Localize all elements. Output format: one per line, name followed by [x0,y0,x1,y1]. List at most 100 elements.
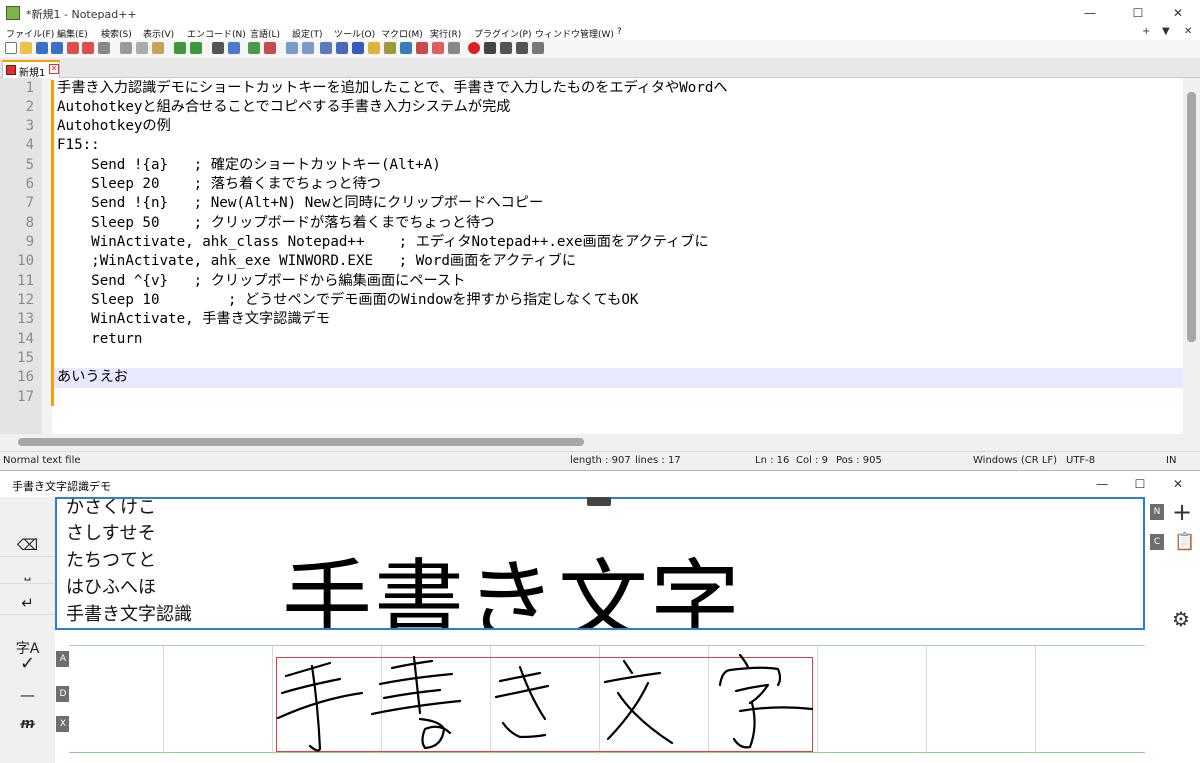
menu-file[interactable]: ファイル(F) [6,27,54,40]
line-number: 5 [25,157,34,173]
line-number: 15 [17,350,34,366]
menu-run[interactable]: 実行(R) [430,27,461,40]
change-history-marker [51,80,54,406]
zoom-in-icon[interactable] [248,42,260,54]
open-file-icon[interactable] [20,42,32,54]
menu-search[interactable]: 検索(S) [101,27,132,40]
line-number: 16 [17,369,34,385]
stop-macro-icon[interactable] [484,42,496,54]
code-line: return [57,331,143,347]
code-line: Send !{n} ; New(Alt+N) Newと同時にクリップボードへコピ… [57,195,544,211]
tab-label: 新規1 [19,68,46,79]
status-pos: Pos : 905 [836,455,882,466]
new-file-icon[interactable] [5,42,17,54]
speech-icon[interactable] [448,42,460,54]
close-all-icon[interactable] [82,42,94,54]
ink-char-1 [276,661,364,752]
line-number-gutter: 1 2 3 4 5 6 7 8 9 10 11 12 13 14 15 16 1… [0,78,42,434]
monitoring-icon[interactable] [432,42,444,54]
npp-menu-bar: ファイル(F) 編集(E) 検索(S) 表示(V) エンコード(N) 言語(L)… [0,26,1200,40]
sync-horizontal-icon[interactable] [302,42,314,54]
npp-tab-bar: 新規1 ✕ [0,58,1200,79]
word-wrap-icon[interactable] [320,42,332,54]
undo-icon[interactable] [174,42,186,54]
menu-help[interactable]: ? [617,27,622,37]
code-line: Sleep 20 ; 落ち着くまでちょっと待つ [57,176,381,192]
save-all-icon[interactable] [51,42,63,54]
close-file-icon[interactable] [67,42,79,54]
code-line: Send ^{v} ; クリップボードから編集画面にペースト [57,273,466,289]
minimize-button[interactable]: — [1068,0,1112,26]
play-macro-icon[interactable] [500,42,512,54]
tab-close-icon[interactable]: ✕ [49,64,59,74]
menu-edit[interactable]: 編集(E) [57,27,88,40]
folder-workspace-icon[interactable] [416,42,428,54]
save-macro-icon[interactable] [532,42,544,54]
menu-language[interactable]: 言語(L) [250,27,280,40]
show-all-chars-icon[interactable] [336,42,348,54]
code-line: Sleep 10 ; どうせペンでデモ画面のWindowを押すから指定しなくても… [57,292,639,308]
new-tab-icon[interactable]: + [1142,26,1150,37]
notepadpp-window: *新規1 - Notepad++ — ☐ ✕ ファイル(F) 編集(E) 検索(… [0,0,1200,470]
tab-list-icon[interactable]: ▼ [1162,26,1170,37]
maximize-button[interactable]: ☐ [1116,0,1160,26]
line-number: 7 [25,195,34,211]
ink-char-2 [370,655,462,750]
print-icon[interactable] [98,42,110,54]
line-number: 3 [25,118,34,134]
handwriting-demo-window: 手書き文字認識デモ — ☐ ✕ ⌫ ⎵ ↵ 字A ✓ — ᵯ A D X かさく… [0,470,1200,763]
close-doc-icon[interactable]: ✕ [1184,26,1192,37]
menu-settings[interactable]: 設定(T) [292,27,323,40]
menu-plugins[interactable]: プラグイン(P) [474,27,531,40]
sync-vertical-icon[interactable] [286,42,298,54]
find-icon[interactable] [212,42,224,54]
indent-guide-icon[interactable] [352,42,364,54]
ink-char-4 [603,659,674,745]
status-lines: lines : 17 [635,455,681,466]
copy-icon[interactable] [136,42,148,54]
record-macro-icon[interactable] [468,42,480,54]
code-line: WinActivate, 手書き文字認識デモ [57,311,330,327]
npp-toolbar [0,40,1200,58]
cut-icon[interactable] [120,42,132,54]
ink-char-3 [494,665,550,739]
line-number: 11 [17,273,34,289]
code-line: Send !{a} ; 確定のショートカットキー(Alt+A) [57,157,441,173]
zoom-out-icon[interactable] [264,42,276,54]
menu-macro[interactable]: マクロ(M) [381,27,423,40]
horizontal-scrollbar[interactable] [0,434,1200,451]
line-number: 14 [17,331,34,347]
replace-icon[interactable] [228,42,240,54]
menu-tools[interactable]: ツール(O) [334,27,375,40]
status-ln: Ln : 16 [755,455,790,466]
line-number: 9 [25,234,34,250]
close-button[interactable]: ✕ [1156,0,1200,26]
code-line: あいうえお [57,369,128,385]
tab-new1[interactable]: 新規1 ✕ [2,60,60,79]
status-eol: Windows (CR LF) [973,455,1058,466]
line-number: 2 [25,99,34,115]
status-encoding: UTF-8 [1066,455,1096,466]
doc-map-icon[interactable] [384,42,396,54]
status-length: length : 907 [570,455,631,466]
vertical-scroll-thumb[interactable] [1187,92,1196,342]
line-number: 1 [25,80,34,96]
function-list-icon[interactable] [400,42,412,54]
horizontal-scroll-thumb[interactable] [18,438,584,446]
udl-icon[interactable] [368,42,380,54]
editor-area[interactable]: 1 2 3 4 5 6 7 8 9 10 11 12 13 14 15 16 1… [0,78,1183,434]
redo-icon[interactable] [190,42,202,54]
line-number: 8 [25,215,34,231]
menu-view[interactable]: 表示(V) [143,27,174,40]
line-number: 13 [17,311,34,327]
status-col: Col : 9 [796,455,828,466]
status-file-type: Normal text file [3,455,81,466]
paste-icon[interactable] [152,42,164,54]
handwritten-ink-strokes [276,653,814,752]
current-line-highlight [54,368,1183,388]
vertical-scrollbar[interactable] [1183,78,1200,434]
save-icon[interactable] [36,42,48,54]
menu-window[interactable]: ウィンドウ管理(W) [535,27,614,40]
menu-encoding[interactable]: エンコード(N) [187,27,246,40]
play-multiple-icon[interactable] [516,42,528,54]
